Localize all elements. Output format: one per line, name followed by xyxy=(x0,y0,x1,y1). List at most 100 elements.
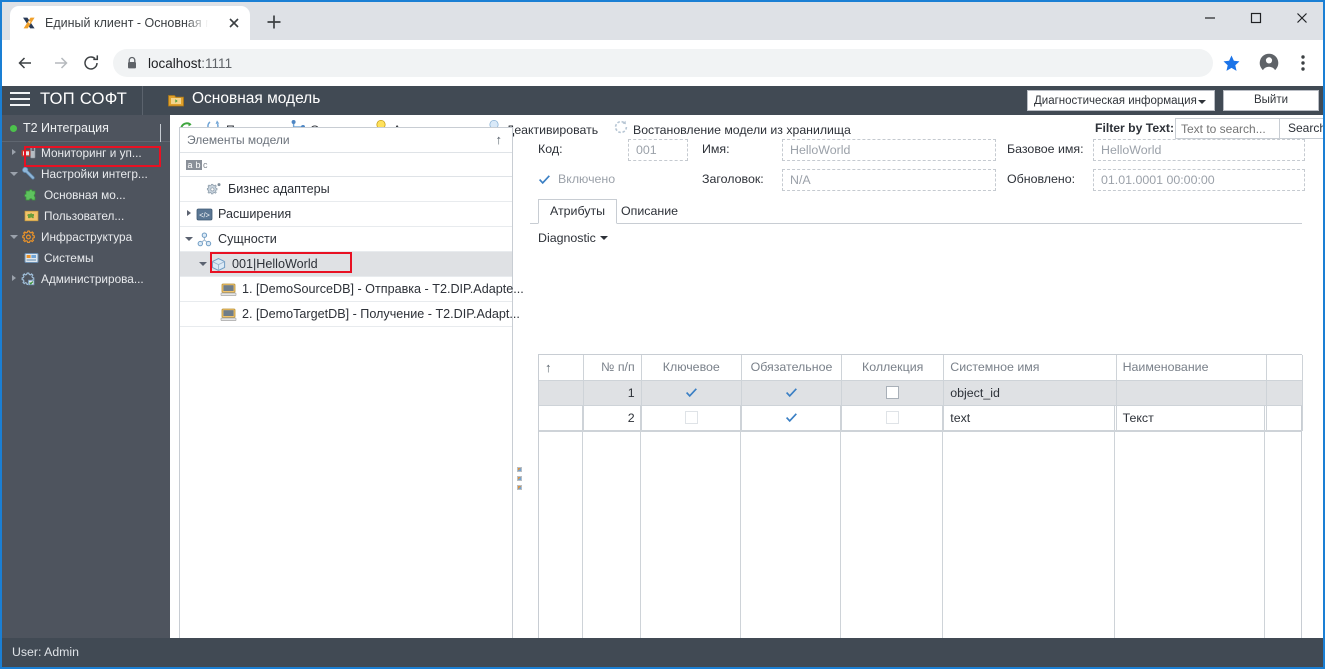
maximize-icon[interactable] xyxy=(1233,2,1279,34)
column-sort-indicator[interactable]: ↑ xyxy=(539,355,584,381)
minimize-icon[interactable] xyxy=(1187,2,1233,34)
checkbox-unchecked-icon xyxy=(886,410,900,424)
sidebar-item-infrastructure[interactable]: Инфраструктура xyxy=(2,226,170,247)
field-updated[interactable]: 01.01.0001 00:00:00 xyxy=(1093,169,1305,191)
diagnostic-dropdown[interactable]: Diagnostic xyxy=(538,231,608,245)
cell-key[interactable] xyxy=(641,380,742,406)
field-label-base-name: Базовое имя: xyxy=(1007,142,1084,156)
diagnostic-info-value: Диагностическая информация xyxy=(1034,94,1197,107)
collapse-twisty-icon[interactable] xyxy=(10,169,19,178)
grid-column-divider xyxy=(582,406,583,667)
attributes-table: ↑ № п/п Ключевое Обязательное Коллекция … xyxy=(539,355,1304,431)
diagnostic-info-select[interactable]: Диагностическая информация xyxy=(1027,90,1215,111)
sidebar-header[interactable]: Т2 Интеграция xyxy=(2,115,170,142)
cell-system-name: object_id xyxy=(943,380,1117,406)
more-vertical-icon[interactable] xyxy=(1290,49,1316,77)
column-header-title[interactable]: Наименование xyxy=(1116,355,1267,381)
column-header-system-name[interactable]: Системное имя xyxy=(943,355,1117,381)
table-row[interactable]: 1 object_id xyxy=(539,380,1304,406)
entities-icon xyxy=(196,232,213,247)
model-elements-header: Элементы модели ↑ xyxy=(180,128,512,153)
window-close-icon[interactable] xyxy=(1279,2,1323,34)
hamburger-icon[interactable] xyxy=(10,92,30,109)
model-tree-row-label: Сущности xyxy=(218,232,277,246)
field-code[interactable]: 001 xyxy=(628,139,688,161)
sidebar-item-label: Пользовател... xyxy=(44,208,125,223)
attributes-grid: ↑ № п/п Ключевое Обязательное Коллекция … xyxy=(538,354,1304,667)
sort-asc-icon[interactable]: ↑ xyxy=(496,132,503,147)
model-tree-row-adapter-2[interactable]: 2. [DemoTargetDB] - Получение - T2.DIP.A… xyxy=(180,302,520,327)
tab-attributes[interactable]: Атрибуты xyxy=(538,199,618,224)
sidebar-item-label: Основная мо... xyxy=(44,187,126,202)
column-header-collection[interactable]: Коллекция xyxy=(841,355,945,381)
expand-twisty-icon[interactable] xyxy=(10,148,19,157)
browser-tab[interactable]: Единый клиент - Основная мод xyxy=(10,6,250,40)
model-tree-row-extensions[interactable]: </> Расширения xyxy=(180,202,512,227)
address-bar[interactable]: localhost:1111 xyxy=(113,49,1213,77)
cube-icon xyxy=(210,257,227,272)
table-row[interactable]: 2 text Текст xyxy=(539,405,1304,431)
chevron-up-icon[interactable] xyxy=(160,124,161,143)
field-base-name[interactable]: HelloWorld xyxy=(1093,139,1305,161)
sidebar: Т2 Интеграция Мониторинг и уп... Настрой… xyxy=(2,115,170,638)
cell-required[interactable] xyxy=(741,405,843,431)
panel-splitter-handle[interactable] xyxy=(517,467,524,493)
cell-title: Текст xyxy=(1116,405,1267,431)
checkbox-unchecked-icon xyxy=(684,410,698,424)
model-tree-row-business-adapters[interactable]: Бизнес адаптеры xyxy=(180,177,512,202)
collapse-twisty-icon[interactable] xyxy=(10,232,19,241)
new-tab-button[interactable] xyxy=(263,11,285,33)
tab-description[interactable]: Описание xyxy=(610,199,689,224)
arrow-forward-icon[interactable] xyxy=(47,49,75,77)
model-tree-row-adapter-1[interactable]: 1. [DemoSourceDB] - Отправка - T2.DIP.Ad… xyxy=(180,277,524,302)
check-icon xyxy=(685,386,698,399)
model-tree-row-label: Расширения xyxy=(218,207,292,221)
column-header-required[interactable]: Обязательное xyxy=(741,355,843,381)
cell-collection[interactable] xyxy=(841,380,945,406)
model-tree-row-label: 2. [DemoTargetDB] - Получение - T2.DIP.A… xyxy=(242,307,520,321)
expand-twisty-icon[interactable] xyxy=(10,274,19,283)
browser-tab-title: Единый клиент - Основная мод xyxy=(45,16,208,30)
collapse-twisty-icon[interactable] xyxy=(198,258,210,270)
expand-twisty-icon[interactable] xyxy=(184,208,196,220)
sidebar-item-integration-settings[interactable]: Настройки интегр... xyxy=(2,163,170,184)
sidebar-item-user-model[interactable]: Пользовател... xyxy=(2,205,170,226)
star-icon[interactable] xyxy=(1218,50,1244,76)
row-indicator xyxy=(539,380,584,406)
cell-spacer xyxy=(1266,380,1304,406)
model-folder-icon xyxy=(168,93,184,108)
logout-button[interactable]: Выйти xyxy=(1223,90,1319,111)
browser-toolbar: localhost:1111 xyxy=(2,40,1323,86)
sidebar-item-administration[interactable]: Администрирова... xyxy=(2,268,170,289)
collapse-twisty-icon[interactable] xyxy=(184,233,196,245)
enabled-checkbox[interactable]: Включено xyxy=(538,172,615,186)
sidebar-item-systems[interactable]: Системы xyxy=(2,247,170,268)
browser-tab-strip: Единый клиент - Основная мод xyxy=(2,2,1323,40)
status-bar-text: User: Admin xyxy=(12,645,79,659)
column-header-key[interactable]: Ключевое xyxy=(641,355,742,381)
account-circle-icon[interactable] xyxy=(1255,49,1283,77)
arrow-back-icon[interactable] xyxy=(11,49,39,77)
checkbox-unchecked-icon xyxy=(886,385,900,399)
cell-key[interactable] xyxy=(641,405,742,431)
screen: Единый клиент - Основная мод xyxy=(0,0,1325,669)
model-filter-row[interactable]: abc xyxy=(180,153,512,177)
field-name[interactable]: HelloWorld xyxy=(782,139,996,161)
reload-icon[interactable] xyxy=(77,49,105,77)
column-header-num[interactable]: № п/п xyxy=(583,355,642,381)
wrench-icon xyxy=(21,166,36,181)
cell-spacer xyxy=(1266,405,1304,431)
sidebar-item-main-model[interactable]: Основная мо... xyxy=(2,184,170,205)
close-icon[interactable] xyxy=(226,15,242,31)
grid-column-divider xyxy=(1264,406,1265,667)
model-tree-row-entities[interactable]: Сущности xyxy=(180,227,512,252)
sidebar-item-monitoring[interactable]: Мониторинг и уп... xyxy=(2,142,170,163)
gear-adapter-icon xyxy=(206,182,223,197)
model-tree-row-label: 001|HelloWorld xyxy=(232,257,318,271)
cell-required[interactable] xyxy=(741,380,843,406)
field-caption[interactable]: N/A xyxy=(782,169,996,191)
address-bar-url: localhost:1111 xyxy=(148,56,232,71)
check-icon xyxy=(785,386,798,399)
cell-collection[interactable] xyxy=(841,405,945,431)
model-tree-row-helloworld[interactable]: 001|HelloWorld xyxy=(180,252,512,277)
